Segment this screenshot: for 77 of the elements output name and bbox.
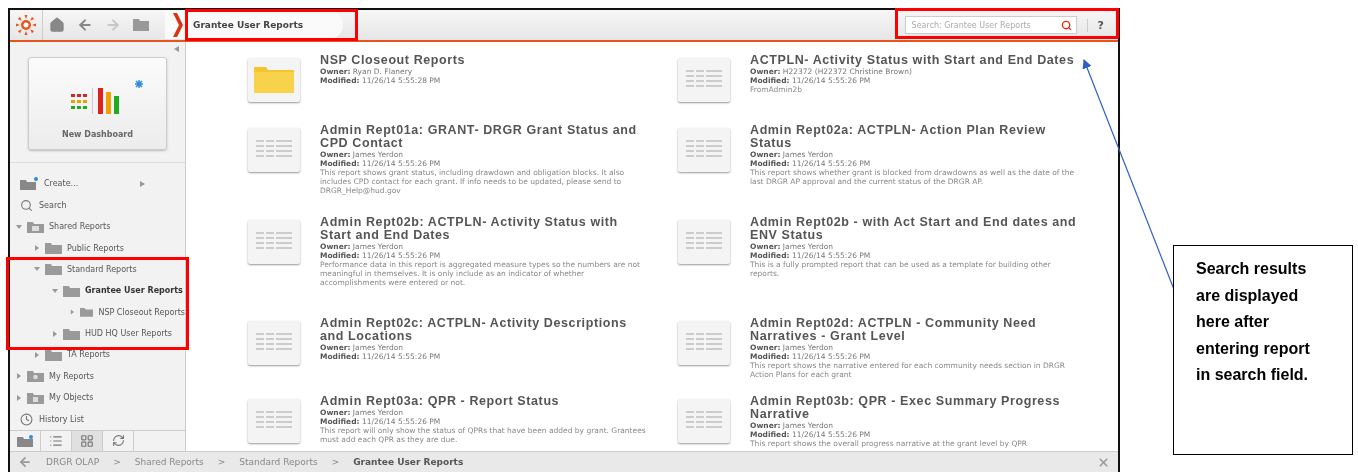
- folder-thumbnail[interactable]: [248, 58, 300, 102]
- report-thumbnail[interactable]: [248, 321, 300, 365]
- folder-icon[interactable]: [133, 19, 149, 31]
- tree-item[interactable]: Standard Reports: [10, 263, 185, 276]
- tree-item[interactable]: HUD HQ User Reports: [10, 327, 185, 340]
- search-icon[interactable]: [1060, 19, 1072, 31]
- report-thumbnail[interactable]: [678, 220, 730, 264]
- report-thumbnail[interactable]: [248, 128, 300, 172]
- path-separator: >: [217, 457, 226, 467]
- chevron-icon: [173, 13, 183, 37]
- report-title[interactable]: ACTPLN- Activity Status with Start and End Dates: [750, 54, 1082, 67]
- user-folder-icon: [27, 370, 44, 383]
- caret-icon[interactable]: [52, 287, 58, 294]
- callout-note: Search results are displayed here after entering report in search field.: [1173, 245, 1353, 455]
- caret-icon[interactable]: [16, 373, 22, 380]
- home-icon[interactable]: [49, 17, 65, 33]
- report-thumbnail[interactable]: [248, 399, 300, 443]
- tree-item[interactable]: NSP Closeout Reports: [10, 306, 185, 319]
- collapse-icon[interactable]: [173, 46, 179, 52]
- help-button[interactable]: ?: [1086, 18, 1114, 32]
- tree-item[interactable]: My Reports: [10, 370, 185, 383]
- report-title[interactable]: Admin Rept02b - with Act Start and End dates and ENV Status: [750, 216, 1082, 242]
- caret-icon[interactable]: [52, 330, 58, 337]
- caret-icon[interactable]: [34, 245, 40, 251]
- history-list-item[interactable]: History List: [10, 413, 185, 425]
- report-title[interactable]: Admin Rept02b: ACTPLN- Activity Status with Start and End Dates: [320, 216, 652, 242]
- caret-icon[interactable]: [16, 223, 22, 230]
- list-view-icon[interactable]: [49, 433, 63, 448]
- grid-view-icon[interactable]: [80, 433, 94, 448]
- shared-folder-icon: [27, 220, 44, 233]
- folder-icon: [45, 242, 62, 254]
- search-menu-item[interactable]: Search: [10, 199, 185, 212]
- report-thumbnail[interactable]: [248, 220, 300, 264]
- caret-icon[interactable]: [34, 351, 40, 358]
- report-title[interactable]: Admin Rept02d: ACTPLN - Community Need Narratives - Grant Level: [750, 317, 1082, 343]
- folder-icon: [45, 348, 62, 361]
- create-icon: [20, 177, 38, 191]
- report-thumbnail[interactable]: [678, 399, 730, 443]
- new-folder-icon[interactable]: [17, 434, 33, 447]
- path-separator: >: [331, 457, 340, 467]
- path-separator: >: [113, 457, 121, 467]
- report-thumbnail[interactable]: [678, 58, 730, 102]
- tree-item[interactable]: My Objects: [10, 391, 185, 404]
- back-icon[interactable]: [77, 17, 93, 33]
- tree-item[interactable]: Grantee User Reports: [10, 284, 185, 297]
- report-thumbnail[interactable]: [678, 128, 730, 172]
- clock-icon: [20, 412, 33, 426]
- new-dashboard-tile[interactable]: New Dashboard: [28, 57, 167, 151]
- forward-icon[interactable]: [105, 17, 121, 33]
- sun-logo[interactable]: [16, 15, 36, 35]
- report-thumbnail[interactable]: [678, 321, 730, 365]
- search-icon: [20, 198, 33, 212]
- caret-icon[interactable]: [16, 394, 22, 401]
- box-folder-icon: [27, 391, 44, 404]
- folder-icon: [45, 263, 62, 276]
- report-title[interactable]: Admin Rept03b: QPR - Exec Summary Progress Narrative: [750, 395, 1082, 421]
- submenu-arrow-icon: [140, 180, 145, 187]
- tree-item[interactable]: TA Reports: [10, 348, 185, 361]
- search-field[interactable]: Search: Grantee User Reports: [904, 16, 1077, 34]
- folder-icon: [79, 306, 94, 319]
- create-menu-item[interactable]: Create...: [10, 177, 185, 190]
- caret-icon[interactable]: [34, 266, 40, 273]
- path-current: Grantee User Reports: [353, 457, 464, 467]
- breadcrumb-tab[interactable]: Grantee User Reports: [165, 11, 344, 39]
- close-icon[interactable]: [1097, 455, 1110, 469]
- back-icon[interactable]: [18, 455, 32, 469]
- caret-icon[interactable]: [70, 309, 75, 316]
- report-title[interactable]: Admin Rept02a: ACTPLN- Action Plan Review Status: [750, 124, 1082, 150]
- report-title[interactable]: NSP Closeout Reports: [320, 54, 652, 67]
- tree-item[interactable]: Shared Reports: [10, 220, 185, 233]
- folder-icon: [63, 284, 80, 297]
- report-title[interactable]: Admin Rept03a: QPR - Report Status: [320, 395, 652, 408]
- report-title[interactable]: Admin Rept02c: ACTPLN- Activity Descriptions and Locations: [320, 317, 652, 343]
- refresh-icon[interactable]: [111, 434, 125, 448]
- tree-item[interactable]: Public Reports: [10, 242, 185, 254]
- report-title[interactable]: Admin Rept01a: GRANT- DRGR Grant Status and CPD Contact: [320, 124, 652, 150]
- folder-icon: [63, 327, 80, 340]
